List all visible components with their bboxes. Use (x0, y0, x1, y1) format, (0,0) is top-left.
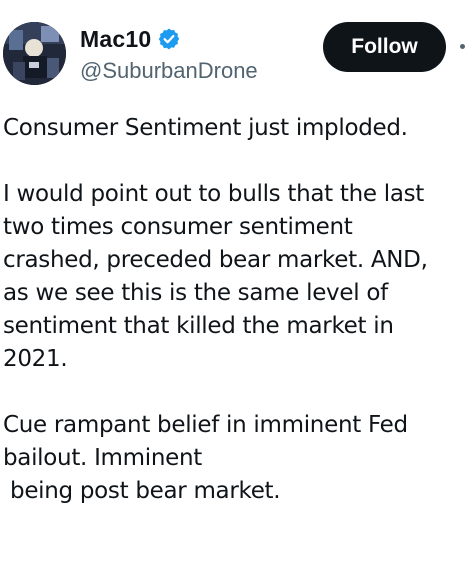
author-name-row: Mac10 (80, 24, 181, 54)
tweet-paragraph: Cue rampant belief in imminent Fed bailo… (3, 412, 408, 504)
verified-badge-icon (157, 27, 181, 51)
follow-button[interactable]: Follow (323, 22, 446, 72)
author-handle[interactable]: @SuburbanDrone (80, 58, 258, 84)
tweet-paragraph: I would point out to bulls that the last… (3, 181, 428, 372)
tweet-header: Mac10 @SuburbanDrone Follow (0, 0, 472, 100)
avatar[interactable] (3, 22, 66, 85)
author-display-name[interactable]: Mac10 (80, 26, 151, 53)
avatar-image (3, 22, 66, 85)
more-options-icon[interactable] (460, 44, 465, 49)
tweet-paragraph: Consumer Sentiment just imploded. (3, 115, 408, 141)
tweet-text: Consumer Sentiment just imploded. I would… (3, 112, 469, 508)
